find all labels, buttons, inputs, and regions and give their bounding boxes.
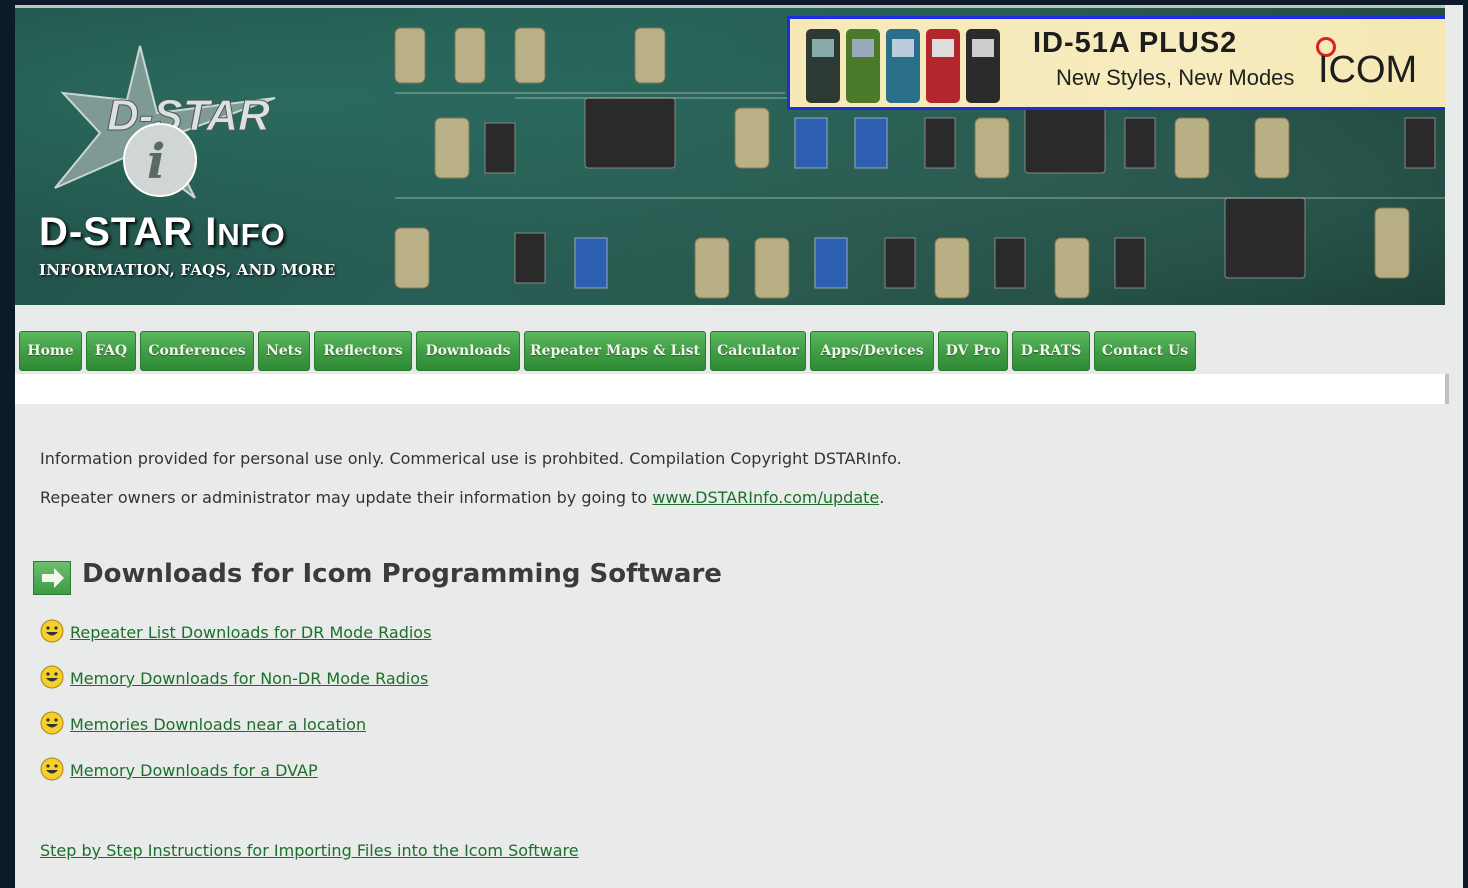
download-link-repeater-list[interactable]: Repeater List Downloads for DR Mode Radi… xyxy=(70,623,431,642)
main-nav: Home FAQ Conferences Nets Reflectors Dow… xyxy=(15,328,1445,372)
usage-notice: Information provided for personal use on… xyxy=(40,449,902,468)
nav-reflectors[interactable]: Reflectors xyxy=(314,331,412,371)
nav-apps-devices[interactable]: Apps/Devices xyxy=(810,331,934,371)
logo-text: D-STAR xyxy=(107,91,270,140)
update-notice-text: Repeater owners or administrator may upd… xyxy=(40,488,653,507)
nav-nets[interactable]: Nets xyxy=(258,331,310,371)
d-star-logo[interactable]: D-STAR i xyxy=(45,38,305,208)
nav-conferences[interactable]: Conferences xyxy=(140,331,254,371)
download-link-dvap[interactable]: Memory Downloads for a DVAP xyxy=(70,761,318,780)
smiley-icon xyxy=(40,665,64,689)
smiley-icon xyxy=(40,619,64,643)
logo-badge: i xyxy=(147,134,165,190)
ad-banner[interactable]: ID-51A PLUS2 New Styles, New Modes ICOM xyxy=(787,16,1445,110)
import-instructions-link[interactable]: Step by Step Instructions for Importing … xyxy=(40,841,579,860)
site-title-part2: NFO xyxy=(217,217,286,252)
smiley-icon xyxy=(40,757,64,781)
page: D-STAR i D-STAR INFO INFORMATION, FAQS, … xyxy=(15,5,1463,888)
ad-brand: ICOM xyxy=(1318,49,1418,91)
nav-contact-us[interactable]: Contact Us xyxy=(1094,331,1196,371)
nav-downloads[interactable]: Downloads xyxy=(416,331,520,371)
section-title: Downloads for Icom Programming Software xyxy=(82,559,722,589)
nav-faq[interactable]: FAQ xyxy=(86,331,136,371)
site-tagline: INFORMATION, FAQS, AND MORE xyxy=(39,261,336,279)
download-link-near-location[interactable]: Memories Downloads near a location xyxy=(70,715,366,734)
nav-home[interactable]: Home xyxy=(19,331,82,371)
nav-dv-pro[interactable]: DV Pro xyxy=(938,331,1008,371)
update-notice-suffix: . xyxy=(879,488,885,507)
nav-divider-strip xyxy=(15,374,1449,404)
nav-calculator[interactable]: Calculator xyxy=(710,331,806,371)
smiley-icon xyxy=(40,711,64,735)
site-title-part1: D-STAR I xyxy=(39,210,218,254)
radios-image xyxy=(806,29,1000,103)
ad-subline: New Styles, New Modes xyxy=(1056,65,1295,90)
site-title[interactable]: D-STAR INFO xyxy=(39,210,286,255)
nav-repeater-maps[interactable]: Repeater Maps & List xyxy=(524,331,706,371)
update-link[interactable]: www.DSTARInfo.com/update xyxy=(652,488,879,507)
update-notice: Repeater owners or administrator may upd… xyxy=(40,488,884,507)
site-header: D-STAR i D-STAR INFO INFORMATION, FAQS, … xyxy=(15,5,1445,305)
ad-headline: ID-51A PLUS2 xyxy=(1033,27,1238,59)
nav-d-rats[interactable]: D-RATS xyxy=(1012,331,1090,371)
download-link-memory-non-dr[interactable]: Memory Downloads for Non-DR Mode Radios xyxy=(70,669,428,688)
arrow-right-icon xyxy=(33,561,71,595)
